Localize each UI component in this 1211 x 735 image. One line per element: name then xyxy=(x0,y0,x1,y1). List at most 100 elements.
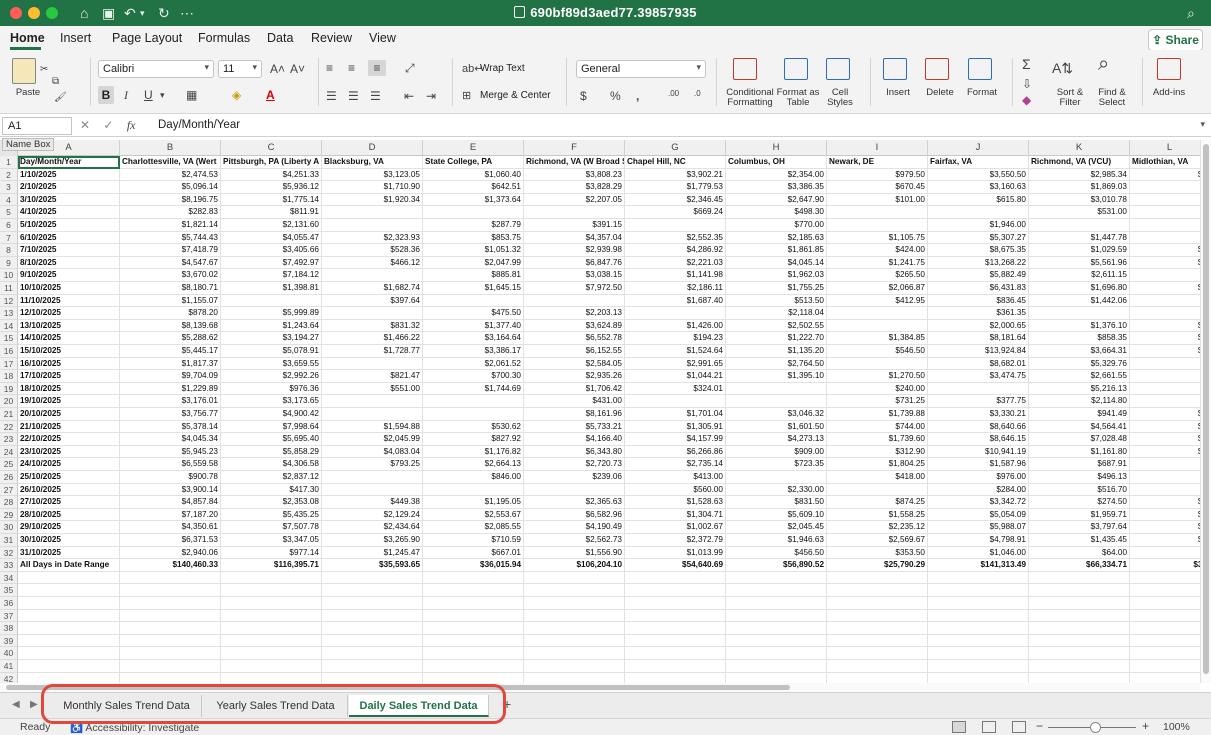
cell[interactable] xyxy=(928,206,1029,219)
insert-button[interactable]: Insert xyxy=(878,88,918,98)
format-as-table-button[interactable]: Format as Table xyxy=(776,88,820,108)
row-header[interactable]: 5 xyxy=(0,206,18,219)
cell[interactable]: $1,161.80 xyxy=(1029,445,1130,459)
cell[interactable]: 24/10/2025 xyxy=(18,458,120,471)
cell[interactable] xyxy=(1130,673,1200,683)
row-header[interactable]: 31 xyxy=(0,534,18,547)
cell[interactable]: $1,046.00 xyxy=(928,546,1029,560)
cell[interactable]: $846.00 xyxy=(423,471,524,484)
cell[interactable]: $7,418.79 xyxy=(120,244,221,257)
page-break-view-icon[interactable] xyxy=(1012,721,1026,733)
cell[interactable]: 28/10/2025 xyxy=(18,508,120,522)
cell[interactable]: $6,552.78 xyxy=(524,332,625,345)
copy-icon[interactable]: ⧉ xyxy=(52,74,59,90)
cell[interactable]: $1,002.67 xyxy=(625,521,726,534)
cell[interactable]: $1 xyxy=(1130,496,1200,509)
cell[interactable]: $1 xyxy=(1130,446,1200,459)
cell[interactable]: $2,764.50 xyxy=(726,357,827,371)
cell[interactable]: $3,386.35 xyxy=(726,181,827,194)
cell[interactable]: $10,941.19 xyxy=(928,445,1029,459)
cell[interactable] xyxy=(928,584,1029,597)
cell[interactable]: $3,474.75 xyxy=(928,370,1029,383)
vertical-scroll-thumb[interactable] xyxy=(1203,144,1209,674)
cell[interactable]: $1,141.98 xyxy=(625,269,726,282)
cell[interactable]: $976.36 xyxy=(221,382,322,396)
cell[interactable]: $2,569.67 xyxy=(827,534,928,547)
cell[interactable]: $1,920.34 xyxy=(322,193,423,207)
cell[interactable]: $669.24 xyxy=(625,206,726,219)
cell[interactable] xyxy=(221,622,322,635)
cell[interactable] xyxy=(524,571,625,585)
cell[interactable]: 17/10/2025 xyxy=(18,370,120,383)
cell[interactable] xyxy=(423,206,524,219)
cell[interactable]: $687.91 xyxy=(1029,458,1130,471)
cell[interactable]: $2,611.15 xyxy=(1029,269,1130,282)
cell[interactable]: $449.38 xyxy=(322,496,423,509)
horizontal-scroll-thumb[interactable] xyxy=(6,685,790,690)
cell[interactable]: $8,675.35 xyxy=(928,244,1029,257)
font-color-icon[interactable]: A xyxy=(266,87,275,103)
cell[interactable]: $1,442.06 xyxy=(1029,294,1130,308)
cell[interactable]: $4,083.04 xyxy=(322,445,423,459)
cell[interactable]: $2,354.00 xyxy=(726,168,827,182)
column-header[interactable]: F xyxy=(524,140,625,156)
cell[interactable] xyxy=(827,597,928,610)
column-header[interactable]: H xyxy=(726,140,827,156)
cell[interactable]: $909.00 xyxy=(726,445,827,459)
delete-button[interactable]: Delete xyxy=(920,88,960,98)
row-header[interactable]: 34 xyxy=(0,571,18,585)
cell[interactable]: $3,038.15 xyxy=(524,269,625,282)
row-header[interactable]: 42 xyxy=(0,672,18,683)
cell[interactable] xyxy=(1029,307,1130,320)
cell[interactable]: $2,992.26 xyxy=(221,370,322,383)
cell[interactable] xyxy=(625,647,726,660)
cell[interactable] xyxy=(1130,307,1200,320)
cell[interactable] xyxy=(322,584,423,597)
cell[interactable]: $116,395.71 xyxy=(221,559,322,572)
find-select-button[interactable]: Find & Select xyxy=(1092,88,1132,108)
cell[interactable] xyxy=(423,571,524,585)
cell[interactable]: $1,682.74 xyxy=(322,282,423,295)
cell[interactable]: $2,186.11 xyxy=(625,282,726,295)
cell[interactable]: $878.20 xyxy=(120,307,221,320)
cell[interactable] xyxy=(1029,219,1130,232)
row-header[interactable]: 2 xyxy=(0,168,18,182)
cell[interactable]: $5,378.14 xyxy=(120,420,221,434)
row-header[interactable]: 16 xyxy=(0,345,18,358)
percent-icon[interactable]: % xyxy=(610,88,621,104)
cell[interactable] xyxy=(221,294,322,308)
cell[interactable]: $5,435.25 xyxy=(221,508,322,522)
cell[interactable]: $2,985.34 xyxy=(1029,168,1130,182)
formula-input[interactable]: Day/Month/Year xyxy=(158,119,240,131)
cell[interactable]: $1,304.71 xyxy=(625,508,726,522)
cell[interactable]: $1,587.96 xyxy=(928,458,1029,471)
cell[interactable] xyxy=(827,206,928,219)
cell[interactable]: $ xyxy=(1130,181,1200,194)
cell[interactable]: $3 xyxy=(1130,521,1200,534)
cell[interactable]: $7,998.64 xyxy=(221,420,322,434)
cell[interactable]: $6,559.58 xyxy=(120,458,221,471)
cell[interactable]: $3,624.89 xyxy=(524,319,625,333)
cell[interactable] xyxy=(423,622,524,635)
cell[interactable]: $2,502.55 xyxy=(726,319,827,333)
cell[interactable] xyxy=(524,584,625,597)
cell[interactable] xyxy=(18,584,120,597)
expand-formula-icon[interactable]: ▾ xyxy=(1200,119,1205,130)
row-header[interactable]: 39 xyxy=(0,634,18,648)
cell[interactable]: $2,584.05 xyxy=(524,357,625,371)
cell[interactable] xyxy=(524,634,625,648)
row-header[interactable]: 28 xyxy=(0,496,18,509)
cell[interactable]: $2,365.63 xyxy=(524,496,625,509)
cell[interactable]: $1,105.75 xyxy=(827,231,928,245)
cell[interactable]: $1,946.63 xyxy=(726,534,827,547)
cell[interactable] xyxy=(827,622,928,635)
cell[interactable]: $ xyxy=(1130,232,1200,245)
cell[interactable]: $1,962.03 xyxy=(726,269,827,282)
align-bottom-icon[interactable]: ≡ xyxy=(368,60,386,76)
cell[interactable] xyxy=(827,307,928,320)
align-middle-icon[interactable]: ≡ xyxy=(348,60,355,76)
cell[interactable]: 31/10/2025 xyxy=(18,546,120,560)
cell[interactable]: $976.00 xyxy=(928,471,1029,484)
cell[interactable]: $466.12 xyxy=(322,256,423,270)
cell[interactable]: $1,398.81 xyxy=(221,282,322,295)
